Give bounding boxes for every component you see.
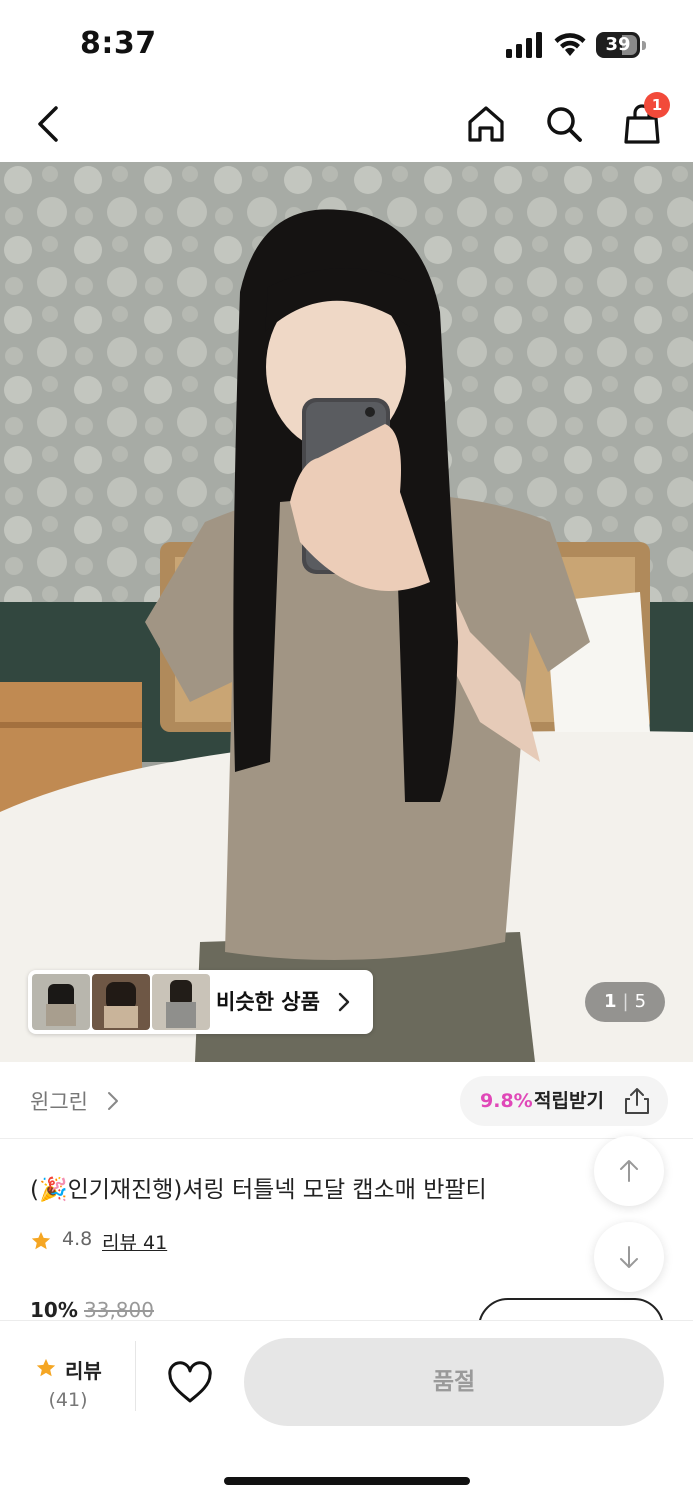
similar-thumb-1 [32,974,90,1030]
arrow-down-icon [620,1246,638,1268]
share-icon[interactable] [622,1086,652,1116]
points-percent: 9.8% [480,1090,533,1112]
cart-button[interactable]: 1 [616,92,670,150]
product-title: (🎉인기재진행)셔링 터틀넥 모달 캡소매 반팔티 [30,1177,487,1203]
home-icon [468,106,504,142]
discount-rate: 10% [30,1298,78,1322]
soldout-button[interactable]: 품절 [244,1338,664,1426]
similar-thumb-2 [92,974,150,1030]
original-price: 33,800 [84,1298,154,1322]
review-summary-button[interactable]: 리뷰 (41) [0,1321,136,1421]
image-counter-current: 1 [603,991,617,1012]
points-button[interactable]: 9.8% 적립받기 [460,1076,668,1126]
scroll-down-button[interactable] [594,1222,664,1292]
review-label: 리뷰 [65,1359,102,1383]
star-icon [36,1358,56,1377]
battery-level: 39 [605,34,631,55]
similar-thumb-3 [152,974,210,1030]
back-button[interactable] [24,98,76,150]
top-nav: 1 [0,84,693,162]
divider [135,1341,136,1411]
signal-icon [506,32,542,58]
points-label: 적립받기 [534,1090,604,1112]
home-button[interactable] [460,98,512,150]
product-photo [0,162,693,1062]
heart-icon[interactable] [166,1361,214,1405]
search-button[interactable] [538,98,590,150]
status-bar: 8:37 39 [0,0,693,84]
battery-icon: 39 [596,32,646,58]
brand-link[interactable]: 윈그린 [30,1086,88,1116]
scroll-up-button[interactable] [594,1136,664,1206]
similar-products-button[interactable]: 비슷한 상품 [28,970,373,1034]
arrow-up-icon [620,1160,638,1182]
search-icon [547,107,582,142]
chevron-right-icon [338,992,350,1012]
image-counter: 1 | 5 [585,982,665,1022]
product-image-gallery[interactable]: 비슷한 상품 1 | 5 [0,162,693,1062]
chevron-right-icon [108,1092,118,1110]
status-time: 8:37 [80,26,157,61]
similar-products-label: 비슷한 상품 [216,990,320,1014]
review-link[interactable]: 리뷰 41 [102,1228,167,1255]
bottom-action-bar: 리뷰 (41) 품절 [0,1320,693,1500]
section-divider [0,1138,693,1139]
rating-score: 4.8 [62,1228,93,1250]
back-icon [38,106,58,142]
cart-badge: 1 [644,92,670,118]
star-icon [31,1231,51,1250]
wifi-icon [554,33,586,56]
image-counter-total: 5 [634,991,647,1012]
home-indicator [224,1477,470,1485]
brand-row: 윈그린 9.8% 적립받기 [0,1062,693,1140]
review-count: (41) [48,1389,88,1411]
